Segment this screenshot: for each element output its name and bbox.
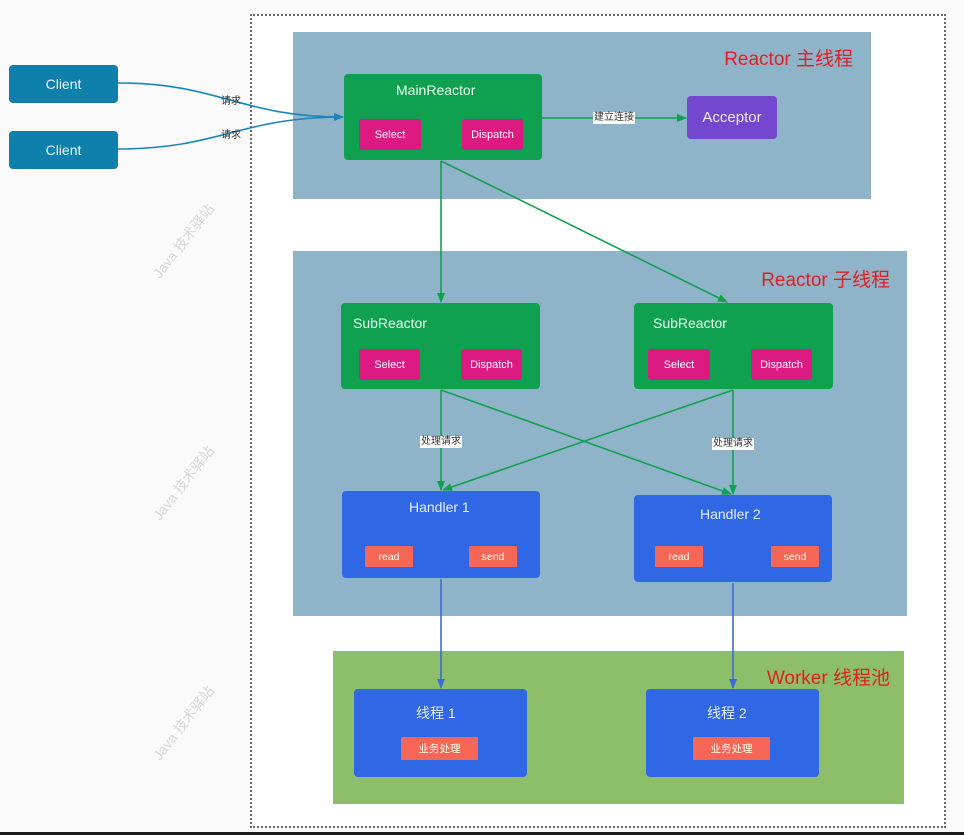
send-chip: send bbox=[469, 546, 517, 567]
read-chip: read bbox=[655, 546, 703, 567]
edge-label-handle: 处理请求 bbox=[712, 438, 754, 450]
select-chip: Select bbox=[648, 349, 710, 380]
region-title: Reactor 子线程 bbox=[761, 270, 890, 291]
node-title: Handler 2 bbox=[700, 506, 761, 522]
node-title: SubReactor bbox=[653, 315, 727, 331]
business-task-chip: 业务处理 bbox=[693, 737, 770, 760]
select-chip: Select bbox=[359, 119, 421, 150]
node-title: SubReactor bbox=[353, 315, 427, 331]
watermark: Java 技术驿站 bbox=[149, 200, 218, 282]
acceptor-node[interactable]: Acceptor bbox=[687, 96, 777, 139]
region-title: Worker 线程池 bbox=[766, 668, 890, 689]
sub-reactor-node[interactable]: SubReactor Select Dispatch bbox=[341, 303, 540, 389]
worker-thread-node[interactable]: 线程 2 业务处理 bbox=[646, 689, 819, 777]
read-chip: read bbox=[365, 546, 413, 567]
watermark: Java 技术驿站 bbox=[149, 442, 218, 524]
watermark: Java 技术驿站 bbox=[149, 682, 218, 764]
send-chip: send bbox=[771, 546, 819, 567]
client-node[interactable]: Client bbox=[9, 65, 118, 103]
select-chip: Select bbox=[359, 349, 420, 380]
edge-label-handle: 处理请求 bbox=[420, 436, 462, 448]
handler-node[interactable]: Handler 1 read send bbox=[342, 491, 540, 578]
node-title: 线程 2 bbox=[707, 705, 747, 721]
handler-node[interactable]: Handler 2 read send bbox=[634, 495, 832, 582]
sub-reactor-node[interactable]: SubReactor Select Dispatch bbox=[634, 303, 833, 389]
node-title: Handler 1 bbox=[409, 499, 470, 515]
node-title: MainReactor bbox=[396, 82, 476, 98]
client-node[interactable]: Client bbox=[9, 131, 118, 169]
acceptor-label: Acceptor bbox=[702, 109, 762, 126]
edge-label-request: 请求 bbox=[221, 96, 241, 107]
client-label: Client bbox=[45, 76, 82, 92]
business-task-chip: 业务处理 bbox=[401, 737, 478, 760]
dispatch-chip: Dispatch bbox=[462, 119, 523, 150]
node-title: 线程 1 bbox=[416, 705, 456, 721]
main-reactor-node[interactable]: MainReactor Select Dispatch bbox=[344, 74, 542, 160]
region-title: Reactor 主线程 bbox=[724, 49, 853, 70]
client-label: Client bbox=[45, 142, 82, 158]
dispatch-chip: Dispatch bbox=[461, 349, 522, 380]
worker-thread-node[interactable]: 线程 1 业务处理 bbox=[354, 689, 527, 777]
edge-label-connect: 建立连接 bbox=[593, 112, 635, 124]
dispatch-chip: Dispatch bbox=[751, 349, 812, 380]
edge-label-request: 请求 bbox=[221, 130, 241, 141]
